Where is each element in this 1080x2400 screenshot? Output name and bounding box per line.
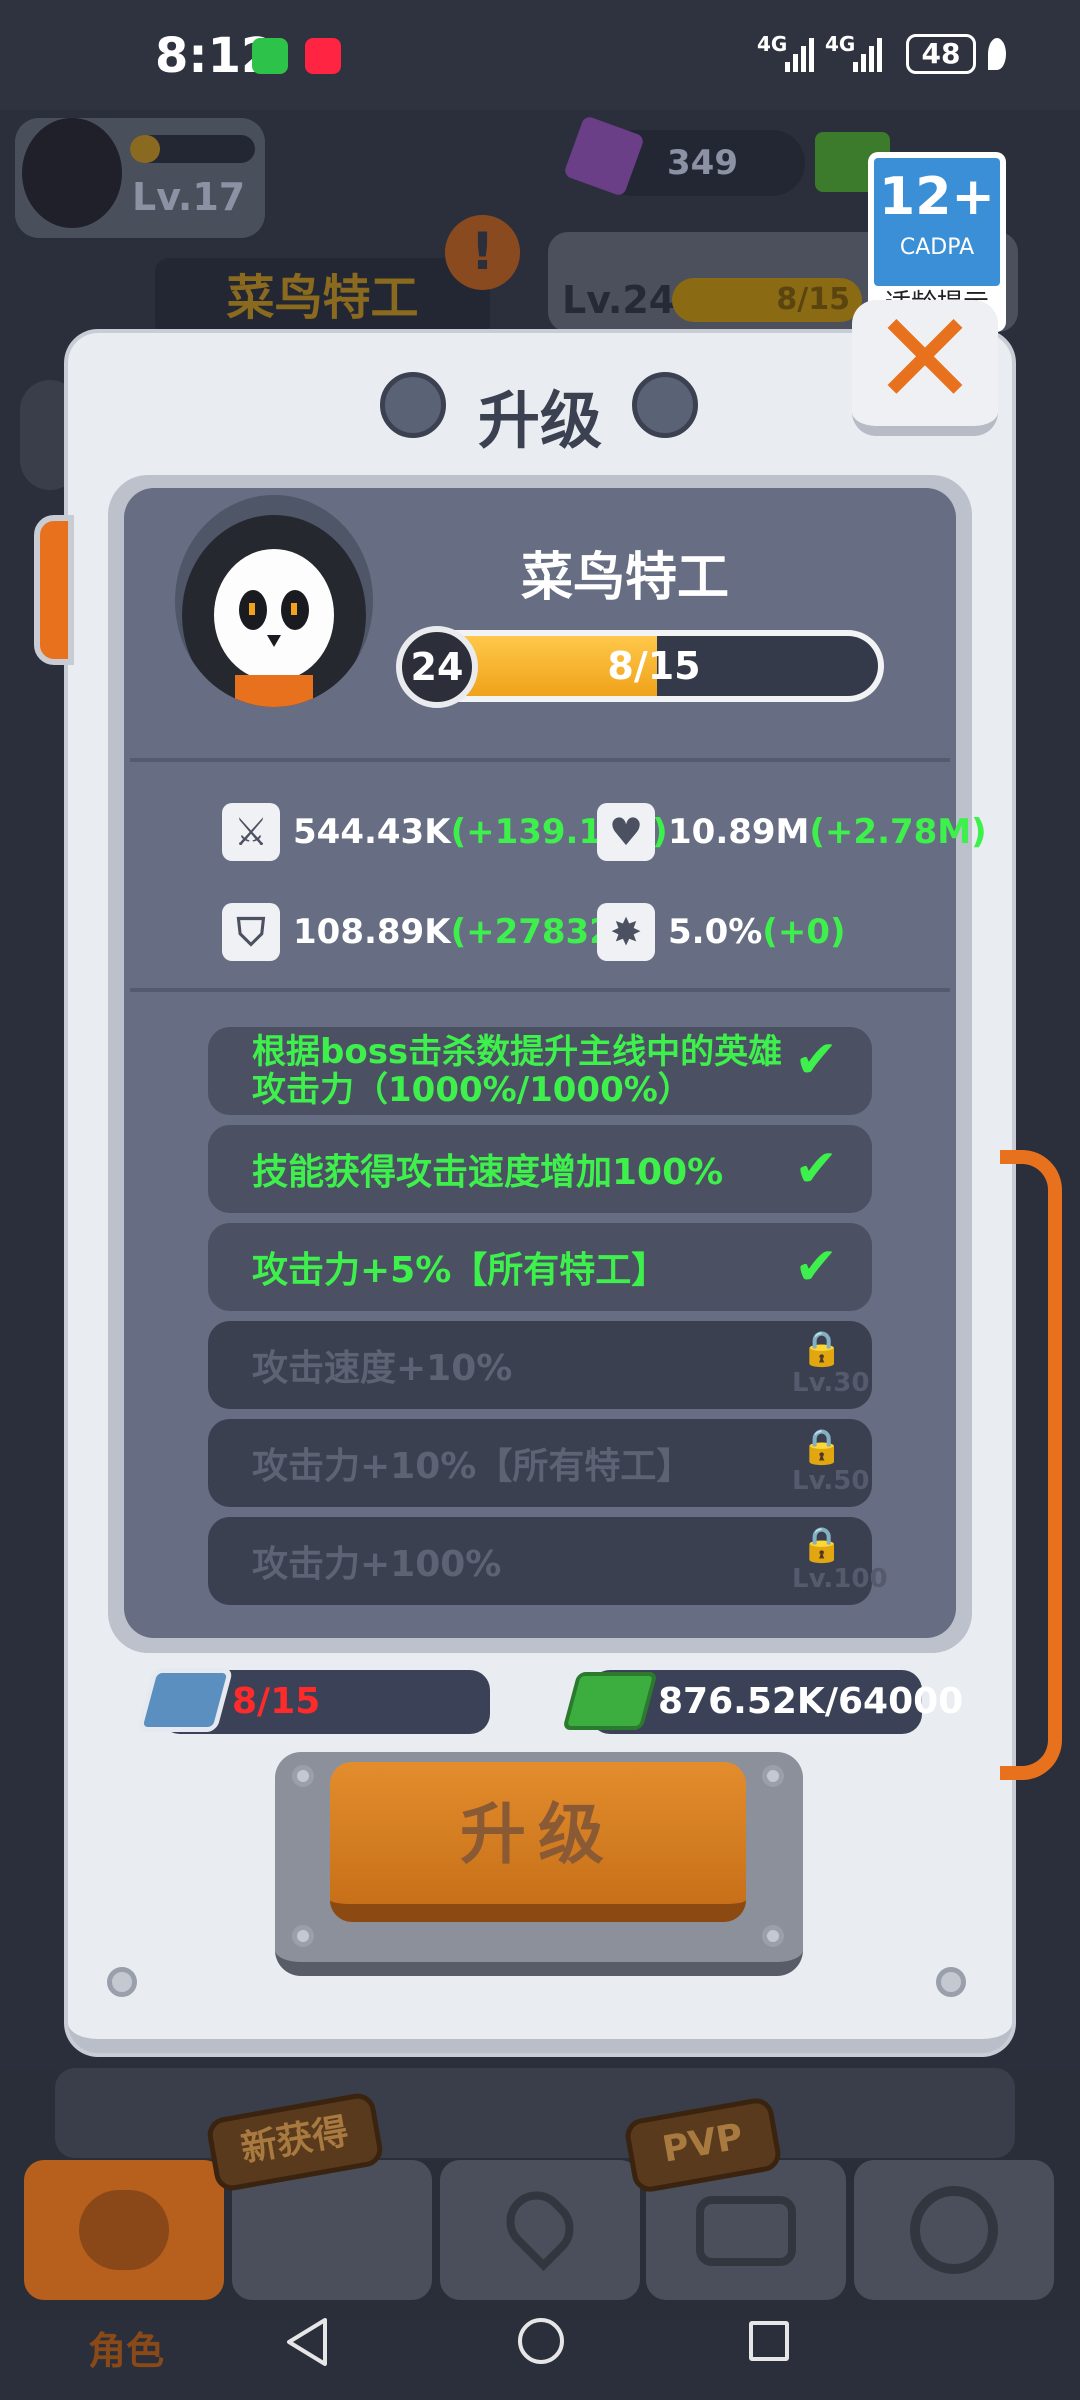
stat-defense-value: 108.89K	[293, 912, 451, 952]
crit-icon: ✸	[597, 903, 655, 961]
bolt	[762, 1765, 784, 1787]
player-xp-bar	[130, 135, 255, 163]
divider-top	[130, 758, 950, 762]
lock-icon: 🔒	[800, 1427, 844, 1467]
status-bar: 8:12 4G 4G 48	[0, 0, 1080, 110]
hero-name: 菜鸟特工	[520, 548, 729, 608]
back-icon[interactable]	[285, 2316, 329, 2368]
lock-badge: 🔒 Lv.50	[792, 1427, 870, 1496]
divider-bottom	[130, 988, 950, 992]
unlock-level: Lv.50	[792, 1466, 870, 1496]
tab-map[interactable]	[440, 2160, 640, 2300]
stat-hp-bonus: (+2.78M)	[809, 812, 987, 852]
close-icon: ✕	[871, 285, 979, 434]
cadpa-label: CADPA	[899, 235, 975, 260]
signal-icon-2	[853, 34, 882, 72]
stat-crit-value: 5.0%	[668, 912, 763, 952]
map-pin-icon	[494, 2179, 586, 2271]
check-icon: ✔	[794, 1030, 838, 1090]
perk-item: 根据boss击杀数提升主线中的英雄攻击力（1000%/1000%） ✔	[208, 1027, 872, 1115]
stat-attack-value: 544.43K	[293, 812, 451, 852]
agent-progress-bar: 8/15	[672, 278, 862, 322]
stat-defense: 108.89K(+27832)	[293, 912, 628, 952]
exclamation-icon[interactable]: !	[445, 215, 520, 290]
system-nav-bar	[0, 2290, 1080, 2400]
skull-icon	[79, 2190, 169, 2270]
agent-name-tag: 菜鸟特工	[155, 258, 490, 338]
bolt	[107, 1967, 137, 1997]
perk-item: 攻击力+5%【所有特工】 ✔	[208, 1223, 872, 1311]
lock-badge: 🔒 Lv.30	[792, 1329, 870, 1398]
bolt	[292, 1925, 314, 1947]
home-icon[interactable]	[518, 2318, 564, 2364]
perk-text: 攻击速度+10%	[252, 1348, 513, 1389]
tab-hero[interactable]	[24, 2160, 224, 2300]
xiaohongshu-icon	[305, 38, 341, 74]
perk-text: 攻击力+10%【所有特工】	[252, 1446, 693, 1487]
recents-icon[interactable]	[749, 2321, 789, 2361]
perk-text: 根据boss击杀数提升主线中的英雄攻击力（1000%/1000%）	[252, 1032, 783, 1110]
check-icon: ✔	[794, 1237, 838, 1297]
perk-text: 攻击力+100%	[252, 1544, 502, 1585]
stat-hp: 10.89M(+2.78M)	[668, 812, 987, 852]
perk-item: 技能获得攻击速度增加100% ✔	[208, 1125, 872, 1213]
dialog-title: 升级	[477, 384, 602, 457]
perk-item-locked: 攻击力+100% 🔒 Lv.100	[208, 1517, 888, 1605]
shield-icon: ⛉	[222, 903, 280, 961]
hero-level-badge: 24	[396, 626, 478, 708]
shop-icon	[910, 2186, 998, 2274]
bolt	[936, 1967, 966, 1997]
unlock-level: Lv.100	[792, 1564, 888, 1594]
lock-icon: 🔒	[800, 1525, 844, 1565]
lock-icon: 🔒	[800, 1329, 844, 1369]
check-icon: ✔	[794, 1139, 838, 1199]
perk-item-locked: 攻击速度+10% 🔒 Lv.30	[208, 1321, 872, 1409]
left-handle	[34, 515, 74, 665]
perk-text: 攻击力+5%【所有特工】	[252, 1250, 668, 1291]
tab-shop[interactable]	[854, 2160, 1054, 2300]
leaf-icon	[988, 38, 1006, 70]
lock-badge: 🔒 Lv.100	[792, 1525, 888, 1594]
stat-hp-value: 10.89M	[668, 812, 810, 852]
player-level: Lv.17	[132, 175, 246, 219]
tab-shelf	[55, 2068, 1015, 2158]
age-rating: 12+	[879, 167, 995, 227]
battery-indicator: 48	[906, 34, 976, 74]
stat-crit: 5.0%(+0)	[668, 912, 846, 952]
heart-icon: ♥	[597, 803, 655, 861]
card-icon	[136, 1668, 234, 1732]
stat-crit-bonus: (+0)	[762, 912, 846, 952]
hero-xp-text: 8/15	[607, 644, 701, 688]
upgrade-button[interactable]: 升级	[330, 1762, 746, 1922]
network-type-2: 4G	[825, 32, 856, 56]
perk-text: 技能获得攻击速度增加100%	[252, 1152, 724, 1193]
cash-icon	[562, 1672, 658, 1730]
agent-level-label: Lv.24	[562, 278, 676, 322]
gamepad-icon	[696, 2196, 796, 2266]
bolt	[292, 1765, 314, 1787]
unlock-level: Lv.30	[792, 1368, 870, 1398]
close-button[interactable]: ✕	[852, 296, 998, 436]
right-handle	[1000, 1150, 1062, 1780]
wechat-icon	[252, 38, 288, 74]
bolt	[762, 1925, 784, 1947]
perk-item-locked: 攻击力+10%【所有特工】 🔒 Lv.50	[208, 1419, 872, 1507]
network-type-1: 4G	[757, 32, 788, 56]
signal-icon	[785, 34, 814, 72]
hero-portrait	[175, 495, 373, 707]
sword-icon: ⚔	[222, 803, 280, 861]
player-avatar	[22, 118, 122, 228]
